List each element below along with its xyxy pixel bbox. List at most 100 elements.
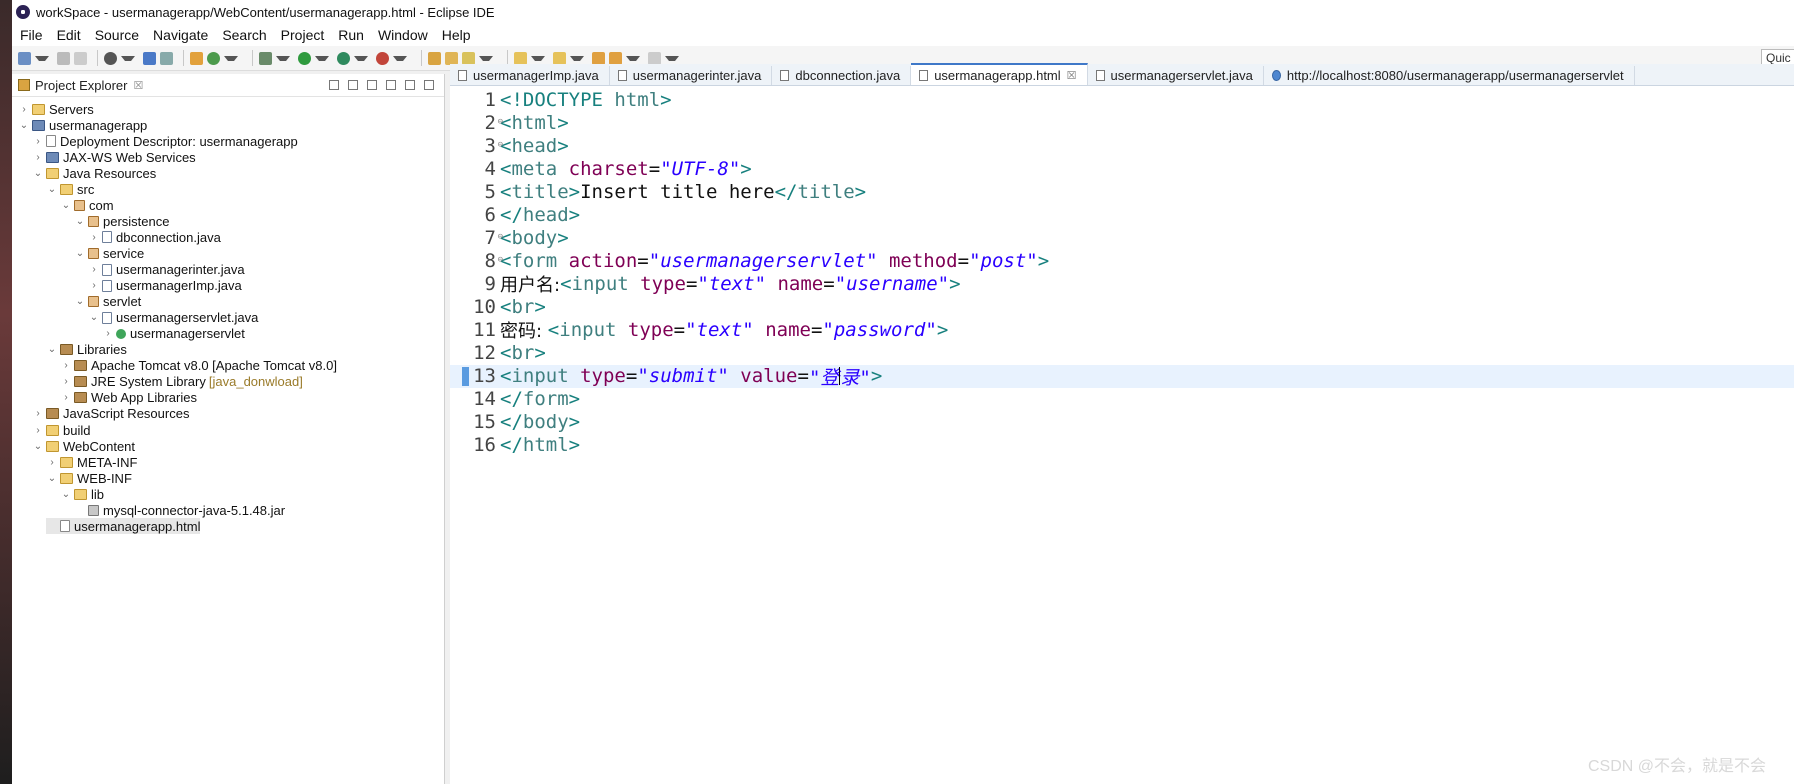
chevron-down-icon[interactable] [121, 55, 135, 61]
save-all-icon[interactable] [74, 51, 87, 65]
chevron-down-icon[interactable] [570, 55, 584, 61]
debug-server-icon[interactable] [104, 51, 117, 65]
project-explorer-title[interactable]: Project Explorer [35, 78, 127, 93]
pointer-icon[interactable] [160, 51, 173, 65]
chevron-down-icon[interactable]: ⌄ [88, 312, 100, 323]
code-line[interactable]: 1 <!DOCTYPE html > [450, 88, 1794, 111]
code-line[interactable]: 15 </body > [450, 411, 1794, 434]
next-annotation-icon[interactable] [514, 51, 527, 65]
menu-navigate[interactable]: Navigate [153, 27, 208, 43]
tree-item[interactable]: ⌄ servlet [74, 294, 142, 310]
close-icon[interactable]: ☒ [133, 79, 143, 92]
tree-item[interactable]: ⌄ Java Resources [32, 165, 156, 181]
chevron-right-icon[interactable]: › [46, 457, 58, 468]
back-icon[interactable] [609, 51, 622, 65]
chevron-down-icon[interactable] [626, 55, 640, 61]
tree-item[interactable]: › usermanagerImp.java [88, 278, 241, 294]
fold-icon[interactable]: ⊖ [498, 140, 503, 150]
code-line[interactable]: 8 ⊖ < form action = "usermanagerservlet" meth… [450, 249, 1794, 272]
save-icon[interactable] [57, 51, 70, 65]
chevron-down-icon[interactable]: ⌄ [74, 216, 86, 227]
tree-item[interactable]: ⌄ persistence [74, 213, 170, 229]
menu-window[interactable]: Window [378, 27, 428, 43]
chevron-right-icon[interactable]: › [88, 280, 100, 291]
tree-item[interactable]: › Servers [18, 101, 93, 117]
forward-icon[interactable] [648, 51, 661, 65]
tree-item[interactable]: ⌄ usermanagerapp [18, 117, 148, 133]
chevron-down-icon[interactable] [35, 55, 49, 61]
coverage-icon[interactable] [337, 51, 350, 65]
tree-item[interactable]: › Apache Tomcat v8.0 [Apache Tomcat v8.0] [60, 358, 337, 374]
chevron-right-icon[interactable]: › [88, 232, 100, 243]
code-editor[interactable]: 1 <!DOCTYPE html >2 ⊖ < html >3 ⊖ < head >4 < meta c… [450, 86, 1794, 784]
tree-item[interactable]: › JavaScript Resources [32, 406, 189, 422]
debug-icon[interactable] [259, 51, 272, 65]
code-line[interactable]: 13 < input type = "submit" value = "登 录" > [450, 364, 1794, 389]
tree-item[interactable]: › usermanagerservlet [102, 326, 245, 342]
code-line[interactable]: 2 ⊖ < html > [450, 111, 1794, 134]
tree-item[interactable]: › Deployment Descriptor: usermanagerapp [32, 133, 297, 149]
chevron-down-icon[interactable]: ⌄ [18, 120, 30, 131]
tree-item[interactable]: ⌄ usermanagerservlet.java [88, 310, 259, 326]
prev-annotation-icon[interactable] [553, 51, 566, 65]
chevron-right-icon[interactable]: › [18, 104, 30, 115]
tree-item[interactable]: › usermanagerinter.java [88, 262, 244, 278]
menu-run[interactable]: Run [338, 27, 364, 43]
chevron-down-icon[interactable]: ⌄ [60, 489, 72, 500]
menu-edit[interactable]: Edit [57, 27, 81, 43]
open-type-icon[interactable] [428, 51, 441, 65]
chevron-down-icon[interactable] [531, 55, 545, 61]
link-editor-icon[interactable] [348, 80, 358, 90]
chevron-right-icon[interactable]: › [32, 408, 44, 419]
chevron-down-icon[interactable]: ⌄ [32, 441, 44, 452]
last-edit-icon[interactable] [592, 51, 605, 65]
chevron-right-icon[interactable]: › [88, 264, 100, 275]
tree-item[interactable]: › Web App Libraries [60, 390, 197, 406]
chevron-right-icon[interactable]: › [60, 360, 72, 371]
code-line[interactable]: 3 ⊖ < head > [450, 134, 1794, 157]
menu-search[interactable]: Search [222, 27, 266, 43]
menu-project[interactable]: Project [281, 27, 325, 43]
fold-icon[interactable]: ⊖ [498, 117, 503, 127]
chevron-right-icon[interactable]: › [102, 328, 114, 339]
package-icon[interactable] [190, 51, 203, 65]
chevron-down-icon[interactable] [479, 55, 493, 61]
code-line[interactable]: 4 < meta charset = "UTF-8" > [450, 157, 1794, 180]
open-folder-icon[interactable] [445, 51, 458, 65]
minimize-icon[interactable] [405, 80, 415, 90]
maximize-icon[interactable] [424, 80, 434, 90]
tree-item[interactable]: mysql-connector-java-5.1.48.jar [74, 502, 285, 518]
chevron-down-icon[interactable] [224, 55, 238, 61]
chevron-down-icon[interactable]: ⌄ [74, 296, 86, 307]
chevron-down-icon[interactable]: ⌄ [60, 200, 72, 211]
view-menu-icon[interactable] [386, 80, 396, 90]
chevron-right-icon[interactable]: › [32, 425, 44, 436]
tree-item[interactable]: ⌄ src [46, 181, 95, 197]
code-line[interactable]: 9 用户名: < input type = "text" name = "username" > [450, 272, 1794, 296]
chevron-down-icon[interactable] [315, 55, 329, 61]
menu-source[interactable]: Source [95, 27, 139, 43]
fold-icon[interactable]: ⊖ [498, 255, 503, 265]
editor-tab[interactable]: usermanagerinter.java [610, 66, 773, 85]
chevron-right-icon[interactable]: › [32, 136, 44, 147]
tree-item[interactable]: ⌄ WebContent [32, 438, 135, 454]
code-line[interactable]: 11 密码: < input type = "text" name = "password"… [450, 319, 1794, 342]
editor-tab[interactable]: dbconnection.java [772, 66, 912, 85]
tree-item[interactable]: ⌄ lib [60, 486, 104, 502]
tree-item[interactable]: ⌄ Libraries [46, 342, 127, 358]
editor-tab[interactable]: usermanagerapp.html ☒ [911, 63, 1088, 85]
search-icon[interactable] [462, 51, 475, 65]
editor-tab[interactable]: usermanagerservlet.java [1088, 66, 1264, 85]
new-class-icon[interactable] [207, 51, 220, 65]
chevron-down-icon[interactable] [393, 55, 407, 61]
tree-item[interactable]: ⌄ WEB-INF [46, 470, 132, 486]
chevron-down-icon[interactable]: ⌄ [74, 248, 86, 259]
editor-tab[interactable]: http://localhost:8080/usermanagerapp/use… [1264, 66, 1635, 85]
tree-item[interactable]: › dbconnection.java [88, 229, 220, 245]
console-icon[interactable] [143, 51, 156, 65]
code-line[interactable]: 10 < br > [450, 295, 1794, 318]
chevron-right-icon[interactable]: › [60, 392, 72, 403]
chevron-down-icon[interactable] [354, 55, 368, 61]
chevron-down-icon[interactable]: ⌄ [46, 184, 58, 195]
tree-item[interactable]: usermanagerapp.html [46, 518, 201, 535]
